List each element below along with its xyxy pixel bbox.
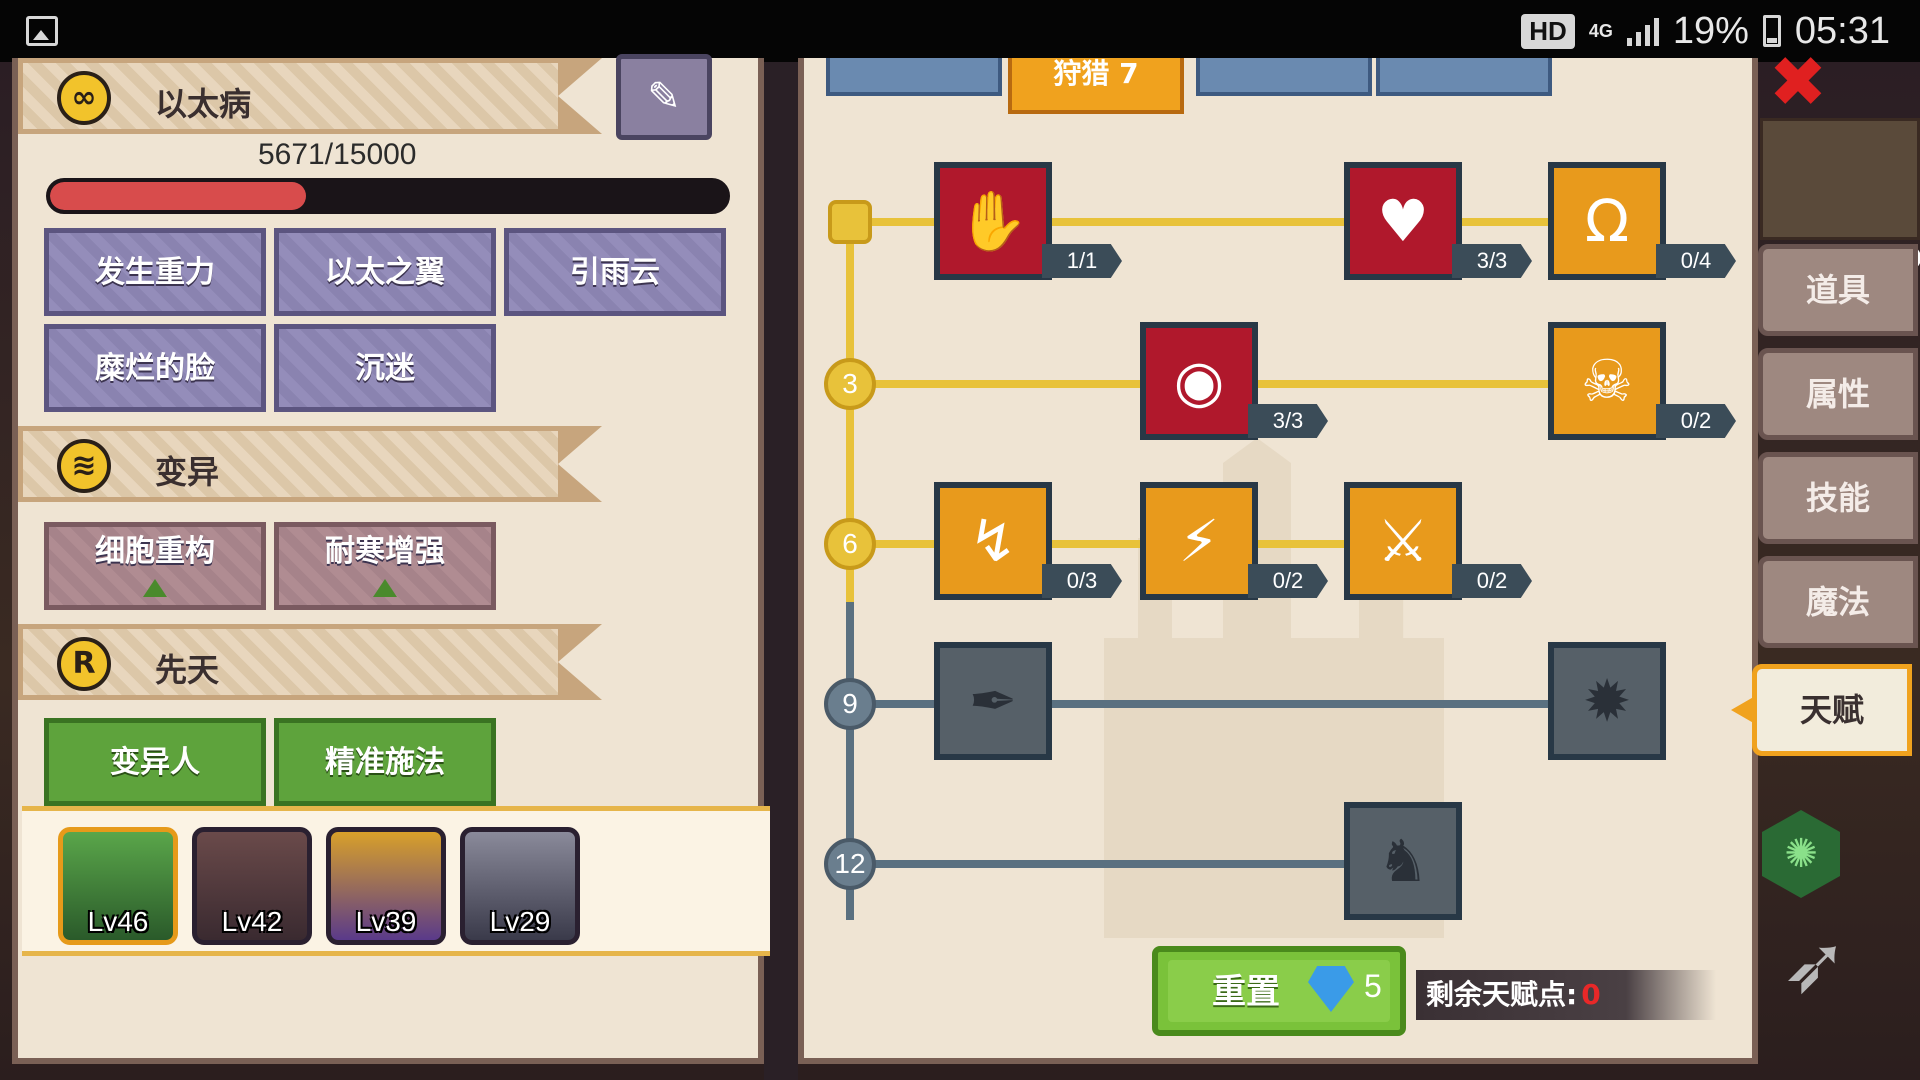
disease-skill-4[interactable]: 糜烂的脸	[44, 324, 266, 412]
row-level-3: 3	[824, 358, 876, 410]
party-member-1[interactable]: Lv46	[58, 827, 178, 945]
disease-skill-3[interactable]: 引雨云	[504, 228, 726, 316]
network-type: 4G	[1588, 21, 1613, 41]
talent-eye[interactable]: ◉	[1140, 322, 1258, 440]
hand-icon: ✋	[956, 187, 1030, 255]
dna-icon: ≋	[57, 439, 111, 493]
close-icon[interactable]: ✖	[1758, 47, 1838, 117]
party-member-3[interactable]: Lv39	[326, 827, 446, 945]
hp-text: 5671/15000	[258, 138, 417, 171]
cure-syringe-button[interactable]: ✎	[616, 54, 712, 140]
talent-horseshoe-count: 0/4	[1656, 244, 1736, 278]
side-tab-talent[interactable]: 天赋	[1752, 664, 1912, 756]
reset-label: 重置	[1212, 972, 1280, 1012]
row-line-12	[864, 860, 1344, 868]
talent-eye-count: 3/3	[1248, 404, 1328, 438]
battery-percent: 19%	[1672, 9, 1749, 52]
upgrade-arrow-icon	[373, 579, 397, 597]
talent-boot-count: 0/2	[1248, 564, 1328, 598]
talent-panel: 狩猎 7 3 6 9 12 ✋ 1/1 ♥ 3/3 Ω 0/4 ◉ 3/3 ☠ …	[798, 58, 1758, 1064]
reset-talents-button[interactable]: 重置 5	[1152, 946, 1406, 1036]
talent-swords[interactable]: ⚔	[1344, 482, 1462, 600]
upgrade-arrow-icon	[143, 579, 167, 597]
talent-skull-shield[interactable]: ☠	[1548, 322, 1666, 440]
talent-zigzag[interactable]: ↯	[934, 482, 1052, 600]
party-member-4[interactable]: Lv29	[460, 827, 580, 945]
talent-skull-shield-count: 0/2	[1656, 404, 1736, 438]
talent-hand[interactable]: ✋	[934, 162, 1052, 280]
gallery-notification-icon	[26, 16, 58, 46]
mutation-1[interactable]: 细胞重构	[44, 522, 266, 610]
skull-gear-icon: ✹	[1582, 667, 1632, 735]
talent-tab-4[interactable]	[1376, 58, 1552, 96]
eye-icon: ◉	[1173, 347, 1225, 415]
boot-icon: ⚡	[1178, 507, 1220, 575]
talent-boot[interactable]: ⚡	[1140, 482, 1258, 600]
innate-1[interactable]: 变异人	[44, 718, 266, 806]
disease-title: 以太病	[155, 85, 252, 123]
minimap[interactable]	[1760, 118, 1920, 271]
hd-badge: HD	[1521, 13, 1575, 49]
remaining-value: 0	[1581, 978, 1601, 1011]
remaining-label: 剩余天赋点:	[1426, 978, 1578, 1011]
party-member-3-level: Lv39	[355, 906, 417, 937]
row-level-9: 9	[824, 678, 876, 730]
mutation-1-label: 细胞重构	[95, 534, 215, 569]
row-level-6: 6	[824, 518, 876, 570]
zigzag-arrow-icon: ↯	[968, 507, 1018, 575]
horseshoe-icon: Ω	[1584, 187, 1630, 255]
talent-muscle-count: 3/3	[1452, 244, 1532, 278]
side-tab-items[interactable]: 道具	[1758, 244, 1918, 336]
party-member-1-level: Lv46	[87, 906, 149, 937]
talent-tab-3[interactable]	[1196, 58, 1372, 96]
bow-icon[interactable]: ➶	[1770, 910, 1860, 1020]
side-tab-magic[interactable]: 魔法	[1758, 556, 1918, 648]
talent-muscle[interactable]: ♥	[1344, 162, 1462, 280]
innate-2[interactable]: 精准施法	[274, 718, 496, 806]
reset-cost: 5	[1364, 968, 1382, 1004]
party-member-4-level: Lv29	[489, 906, 551, 937]
remaining-points: 剩余天赋点: 0	[1416, 970, 1716, 1020]
status-bar: HD 4G 19% 05:31	[0, 0, 1920, 62]
innate-banner: R 先天	[18, 624, 602, 700]
side-tab-skills[interactable]: 技能	[1758, 452, 1918, 544]
talent-syringe-locked[interactable]: ✒	[934, 642, 1052, 760]
talent-skull-gear-locked[interactable]: ✹	[1548, 642, 1666, 760]
talent-tabs: 狩猎 7	[826, 58, 1626, 114]
talent-zigzag-count: 0/3	[1042, 564, 1122, 598]
hp-bar	[46, 178, 730, 214]
disease-skill-5[interactable]: 沉迷	[274, 324, 496, 412]
r-badge-icon: R	[57, 637, 111, 691]
row-level-12: 12	[824, 838, 876, 890]
party-bar: Lv46 Lv42 Lv39 Lv29	[22, 806, 770, 956]
disease-skill-1[interactable]: 发生重力	[44, 228, 266, 316]
disease-banner: ∞ 以太病	[18, 58, 602, 134]
disease-skill-2[interactable]: 以太之翼	[274, 228, 496, 316]
side-tab-attributes[interactable]: 属性	[1758, 348, 1918, 440]
signal-icon	[1626, 16, 1659, 46]
knight-icon: ♞	[1377, 827, 1429, 895]
talent-knight-locked[interactable]: ♞	[1344, 802, 1462, 920]
mutation-2-label: 耐寒增强	[325, 534, 445, 569]
crossed-swords-icon: ⚔	[1377, 507, 1429, 575]
talent-hand-count: 1/1	[1042, 244, 1122, 278]
mutation-banner: ≋ 变异	[18, 426, 602, 502]
ether-icon: ∞	[57, 71, 111, 125]
talent-horseshoe[interactable]: Ω	[1548, 162, 1666, 280]
mutation-2[interactable]: 耐寒增强	[274, 522, 496, 610]
talent-tab-active[interactable]: 狩猎 7	[1008, 58, 1184, 114]
innate-title: 先天	[155, 651, 220, 689]
row-start-node	[828, 200, 872, 244]
character-panel: ∞ 以太病 ✎ 5671/15000 发生重力 以太之翼 引雨云 糜烂的脸 沉迷…	[12, 54, 770, 1064]
party-member-2-level: Lv42	[221, 906, 283, 937]
talent-swords-count: 0/2	[1452, 564, 1532, 598]
skull-shield-icon: ☠	[1581, 347, 1633, 415]
party-member-2[interactable]: Lv42	[192, 827, 312, 945]
hp-bar-fill	[50, 182, 306, 210]
mutation-title: 变异	[155, 453, 220, 491]
muscle-icon: ♥	[1377, 187, 1429, 255]
talent-tab-1[interactable]	[826, 58, 1002, 96]
syringe-icon: ✒	[968, 667, 1018, 735]
